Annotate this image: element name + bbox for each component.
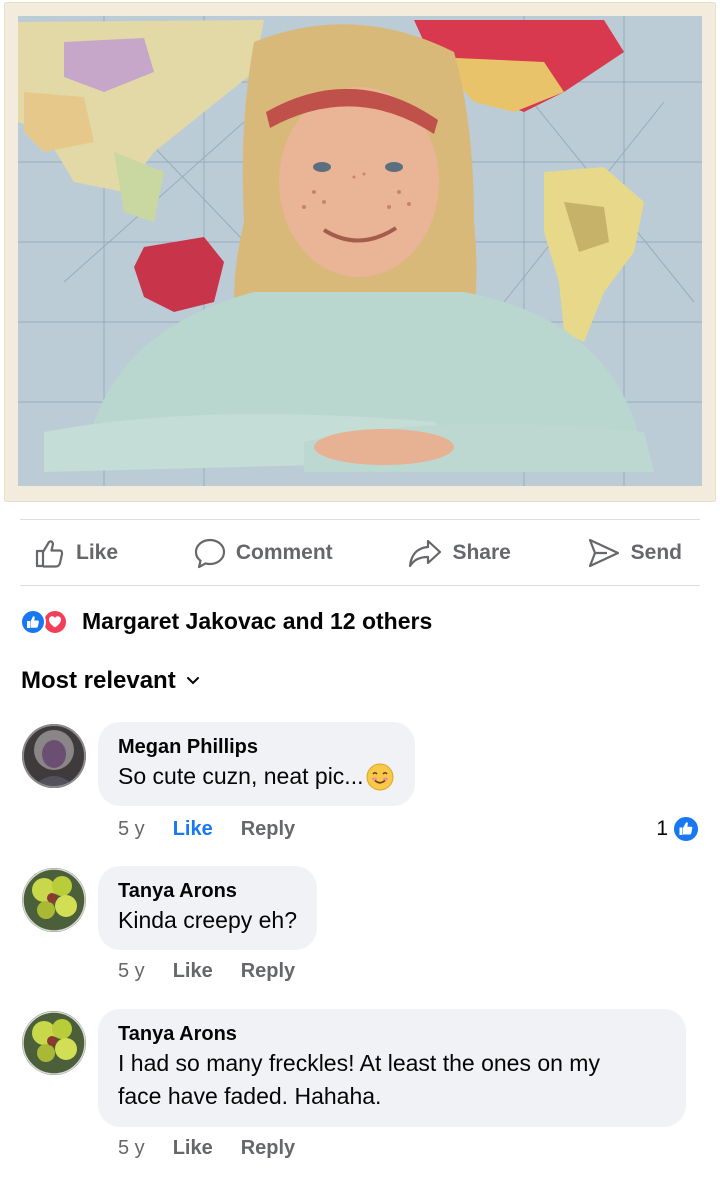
comment-button[interactable]: Comment — [194, 537, 333, 569]
share-button[interactable]: Share — [408, 537, 511, 569]
comment-author[interactable]: Megan Phillips — [118, 734, 395, 760]
comment-reaction-count[interactable]: 1 — [656, 815, 700, 843]
post-photo[interactable] — [0, 0, 720, 505]
send-button-label: Send — [630, 540, 682, 564]
photo-print — [4, 2, 716, 502]
photo-image — [18, 16, 702, 486]
like-button[interactable]: Like — [34, 537, 118, 569]
avatar-image — [22, 868, 86, 932]
smiling-face-emoji-icon — [366, 763, 394, 790]
comment-author[interactable]: Tanya Arons — [118, 1021, 666, 1047]
comment-reply-button[interactable]: Reply — [241, 960, 295, 983]
avatar-image — [22, 1011, 86, 1075]
comment-meta: 5 y Like Reply — [118, 818, 295, 841]
reactions-summary[interactable]: Margaret Jakovac and 12 others — [20, 603, 432, 639]
comment-like-button[interactable]: Like — [173, 818, 213, 841]
chevron-down-icon — [186, 677, 199, 685]
comment-time[interactable]: 5 y — [118, 818, 145, 841]
reactions-summary-text[interactable]: Margaret Jakovac and 12 others — [82, 608, 432, 635]
reaction-icons — [20, 606, 78, 636]
comment-time[interactable]: 5 y — [118, 1137, 145, 1160]
like-reaction-icon — [20, 609, 46, 635]
comment-bubble[interactable]: Megan Phillips So cute cuzn, neat pic... — [98, 722, 416, 806]
sort-label: Most relevant — [21, 667, 176, 694]
comment-bubble[interactable]: Tanya Arons Kinda creepy eh? — [98, 866, 318, 950]
comment-sort-dropdown[interactable]: Most relevant — [21, 667, 200, 695]
comment-text: Kinda creepy eh? — [118, 907, 298, 933]
thumbs-up-icon — [35, 539, 64, 568]
comment-time[interactable]: 5 y — [118, 960, 145, 983]
comment-like-button[interactable]: Like — [173, 1137, 213, 1160]
comment-meta: 5 y Like Reply — [118, 1137, 295, 1160]
comment-text: So cute cuzn, neat pic... — [118, 763, 364, 789]
share-arrow-icon — [409, 539, 442, 567]
send-button[interactable]: Send — [587, 537, 682, 569]
avatar-image — [22, 724, 86, 788]
comment-text-line: I had so many freckles! At least the one… — [118, 1050, 600, 1076]
send-icon — [588, 538, 619, 567]
avatar[interactable] — [22, 724, 86, 788]
like-button-label: Like — [76, 540, 119, 564]
avatar[interactable] — [22, 868, 86, 932]
share-button-label: Share — [452, 540, 511, 564]
comment-reply-button[interactable]: Reply — [241, 818, 295, 841]
avatar[interactable] — [22, 1011, 86, 1075]
comment-bubble-icon — [194, 538, 225, 568]
comment-text-line: face have faded. Hahaha. — [118, 1083, 382, 1109]
comment-meta: 5 y Like Reply — [118, 960, 295, 983]
reaction-count-number: 1 — [656, 817, 668, 840]
comment-bubble[interactable]: Tanya Arons I had so many freckles! At l… — [98, 1009, 686, 1127]
comment-author[interactable]: Tanya Arons — [118, 878, 297, 904]
like-reaction-icon — [672, 815, 700, 843]
comment-reply-button[interactable]: Reply — [241, 1137, 295, 1160]
comment-like-button[interactable]: Like — [173, 960, 213, 983]
post-action-bar: Like Comment Share Send — [20, 519, 700, 586]
comment-button-label: Comment — [235, 540, 333, 564]
